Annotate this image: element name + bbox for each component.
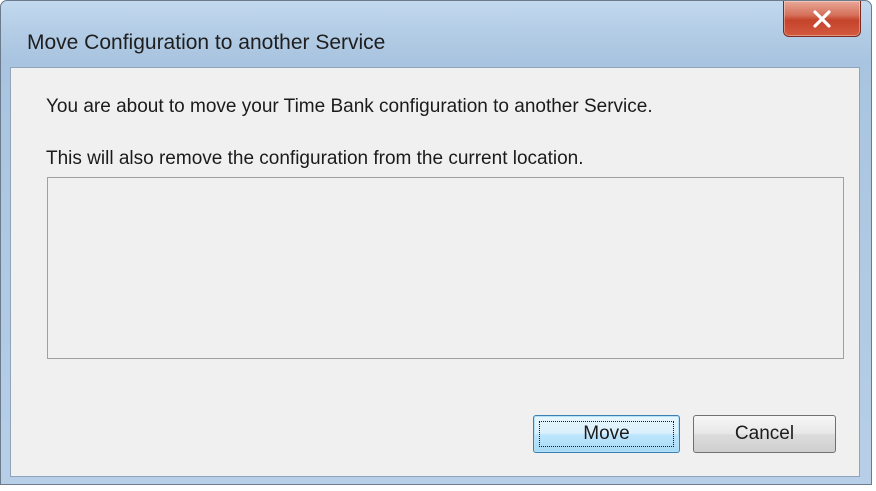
details-panel (47, 177, 844, 359)
cancel-button-label: Cancel (734, 423, 795, 444)
close-icon (784, 1, 860, 36)
title-bar[interactable]: Move Configuration to another Service (1, 1, 871, 67)
move-button-label: Move (583, 423, 630, 444)
message-move-config: You are about to move your Time Bank con… (46, 96, 653, 117)
message-remove-config: This will also remove the configuration … (46, 148, 584, 169)
dialog-title: Move Configuration to another Service (27, 31, 386, 54)
move-button[interactable]: Move (533, 415, 680, 453)
close-button[interactable] (783, 1, 861, 37)
cancel-button[interactable]: Cancel (693, 415, 836, 453)
